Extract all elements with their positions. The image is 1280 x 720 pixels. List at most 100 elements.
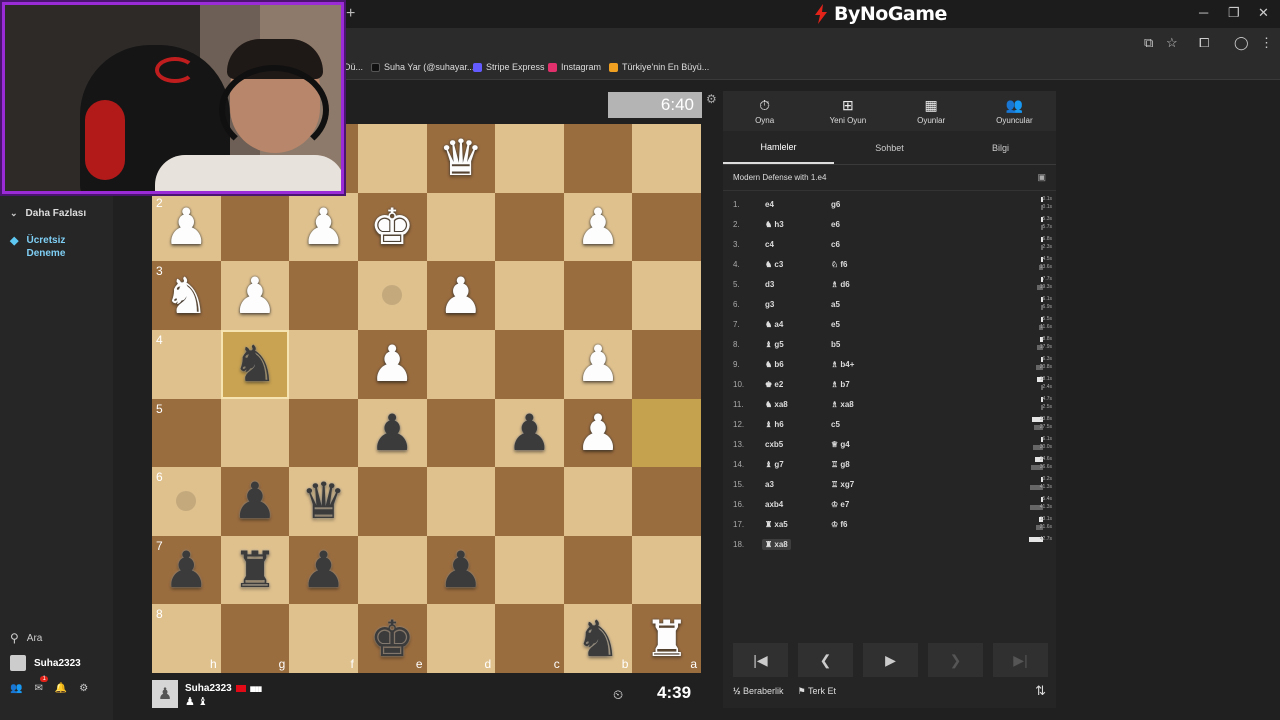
white-move[interactable]: c4 [765,240,774,249]
board-square[interactable] [426,329,496,399]
black-knight-piece[interactable]: ♞ [233,339,278,389]
white-move[interactable]: ♞ h3 [765,220,784,229]
board-square[interactable] [426,192,496,262]
board-square[interactable] [563,467,633,536]
next-move-button[interactable]: ❯ [928,643,983,677]
board-square[interactable] [632,124,701,193]
site-logo[interactable]: ByNoGame [812,3,947,25]
board-square[interactable]: ♜ [220,535,290,605]
white-pawn-piece[interactable]: ♟ [576,202,621,252]
white-move[interactable]: e4 [765,200,774,209]
board-square[interactable]: 6 [152,467,221,536]
legal-move-dot[interactable] [381,285,402,306]
profile-icon[interactable]: ◯ [1234,35,1249,51]
board-square[interactable]: f [289,604,358,673]
board-square[interactable]: ♛ [426,124,496,193]
black-pawn-piece[interactable]: ♟ [233,476,278,526]
board-square[interactable] [563,124,633,193]
board-square[interactable]: ♛ [289,467,358,536]
white-rook-piece[interactable]: ♜ [644,614,689,664]
sidebar-item-more[interactable]: ⌄ Daha Fazlası [10,208,86,219]
black-pawn-piece[interactable]: ♟ [438,545,483,595]
black-pawn-piece[interactable]: ♟ [507,408,552,458]
tab-chat[interactable]: Sohbet [834,131,945,164]
board-square[interactable] [289,398,358,468]
white-pawn-piece[interactable]: ♟ [233,271,278,321]
bookmark-item[interactable]: Instagram [548,62,601,72]
board-square[interactable] [632,398,701,468]
black-move[interactable]: c6 [831,240,840,249]
board-square[interactable]: ♟ [289,535,358,605]
board-square[interactable] [632,261,701,330]
black-move[interactable]: ♗ b7 [831,380,850,389]
board-square[interactable] [220,398,290,468]
board-square[interactable] [495,261,564,330]
black-move[interactable]: g6 [831,200,840,209]
sidebar-search[interactable]: ⚲ Ara [10,631,42,645]
white-move[interactable]: ♝ g5 [765,340,784,349]
board-square[interactable]: ♟ [289,192,358,262]
white-move[interactable]: g3 [765,300,774,309]
board-square[interactable]: a ♜ [632,604,701,673]
black-move[interactable]: b5 [831,340,840,349]
black-move[interactable]: ♗ xa8 [831,400,854,409]
board-square[interactable] [495,124,564,193]
board-square[interactable] [495,467,564,536]
black-move[interactable]: ♘ f6 [831,260,848,269]
board-square[interactable] [632,192,701,262]
board-square[interactable]: 3 ♞ [152,261,221,330]
white-move[interactable]: ♞ a4 [765,320,783,329]
board-square[interactable] [357,261,427,330]
black-move[interactable]: a5 [831,300,840,309]
black-move[interactable]: e6 [831,220,840,229]
white-move[interactable]: ♞ xa8 [765,400,788,409]
board-square[interactable]: ♟ [563,192,633,262]
black-queen-piece[interactable]: ♛ [301,476,346,526]
board-square[interactable]: c [495,604,564,673]
player-name[interactable]: Suha2323 ▮▮▮▮ [185,683,262,694]
white-move[interactable]: ♝ h6 [765,420,784,429]
board-square[interactable] [632,535,701,605]
black-pawn-piece[interactable]: ♟ [301,545,346,595]
board-square[interactable] [220,192,290,262]
draw-offer-button[interactable]: ½ Beraberlik [733,686,784,696]
board-square[interactable]: e ♚ [357,604,427,673]
sidebar-user[interactable]: Suha2323 [10,655,81,671]
board-square[interactable]: 4 [152,329,221,399]
board-square[interactable] [357,535,427,605]
board-square[interactable]: ♟ [563,329,633,399]
black-pawn-piece[interactable]: ♟ [164,545,209,595]
black-rook-piece[interactable]: ♜ [233,545,278,595]
bell-icon[interactable]: 🔔 [55,683,67,694]
white-pawn-piece[interactable]: ♟ [438,271,483,321]
copy-icon[interactable]: ▣ [1037,172,1046,183]
board-square[interactable] [632,329,701,399]
tab-new-game[interactable]: ⊞ Yeni Oyun [806,91,889,131]
board-square[interactable] [289,261,358,330]
board-square[interactable] [632,467,701,536]
white-move[interactable]: ♜ xa8 [762,539,791,550]
tab-players[interactable]: 👥 Oyuncular [973,91,1056,131]
white-king-piece[interactable]: ♚ [370,202,415,252]
prev-move-button[interactable]: ❮ [798,643,853,677]
board-square[interactable]: ♚ [357,192,427,262]
white-move[interactable]: ♝ g7 [765,460,784,469]
white-move[interactable]: ♜ xa5 [765,520,788,529]
board-square[interactable]: 7 ♟ [152,535,221,605]
board-square[interactable]: 2 ♟ [152,192,221,262]
board-settings-gear-icon[interactable]: ⚙ [706,92,717,106]
board-square[interactable]: ♟ [357,329,427,399]
bookmark-item[interactable]: Stripe Express [473,62,545,72]
board-square[interactable]: g [220,604,290,673]
white-move[interactable]: a3 [765,480,774,489]
extensions-icon[interactable]: ⧠ [1199,35,1209,51]
minimize-icon[interactable]: ─ [1199,5,1208,20]
board-square[interactable]: b ♞ [563,604,633,673]
tab-info[interactable]: Bilgi [945,131,1056,164]
board-square[interactable] [495,329,564,399]
board-square[interactable]: ♟ [495,398,564,468]
black-move[interactable]: ♖ xg7 [831,480,854,489]
board-square[interactable]: ♟ [357,398,427,468]
maximize-icon[interactable]: ❐ [1228,5,1240,21]
friends-icon[interactable]: 👥 [10,683,22,694]
